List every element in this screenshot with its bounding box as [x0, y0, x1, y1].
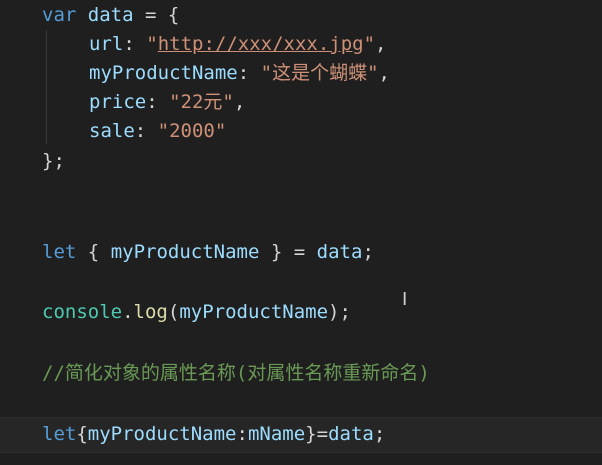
string-quote-open: " [146, 33, 158, 55]
code-line-2[interactable]: url: "http://xxx/xxx.jpg", [89, 31, 387, 57]
close-brace: } [305, 423, 317, 445]
string-value: "这是个蝴蝶" [260, 62, 379, 84]
keyword-let: let [42, 423, 77, 445]
variable-data: data [316, 241, 363, 263]
comma: , [233, 91, 246, 113]
property-price: price [89, 91, 147, 113]
keyword-let: let [42, 241, 77, 263]
operator-assign: = [145, 4, 157, 26]
string-value: "22元" [169, 91, 234, 113]
variable-data: data [87, 4, 134, 26]
string-quote-close: " [363, 33, 376, 55]
property-myProductName: myProductName [89, 62, 238, 84]
colon: : [123, 33, 135, 55]
code-line-4[interactable]: price: "22元", [89, 89, 245, 115]
code-comment: //简化对象的属性名称(对属性名称重新命名) [42, 362, 430, 384]
operator-assign: = [316, 423, 329, 445]
semicolon: ; [339, 301, 351, 323]
open-brace: { [76, 423, 88, 445]
mouse-text-cursor-icon: I [402, 289, 408, 310]
variable-mName: mName [247, 423, 306, 445]
code-line-9[interactable]: //简化对象的属性名称(对属性名称重新命名) [42, 360, 430, 386]
variable-myProductName: myProductName [110, 241, 260, 263]
colon: : [236, 423, 248, 445]
paren-open: ( [167, 301, 180, 323]
code-line-3[interactable]: myProductName: "这是个蝴蝶", [89, 60, 390, 86]
code-line-5[interactable]: sale: "2000" [89, 118, 226, 144]
code-line-10[interactable]: let{myProductName:mName}=data; [42, 421, 385, 447]
colon: : [146, 91, 158, 113]
method-log: log [133, 301, 168, 323]
property-url: url [89, 33, 124, 55]
operator-assign: = [293, 241, 306, 263]
dot: . [122, 301, 134, 323]
variable-data: data [328, 423, 374, 445]
code-line-1[interactable]: var data = { [42, 2, 179, 28]
code-line-8[interactable]: console.log(myProductName); [42, 299, 351, 325]
keyword-var: var [42, 4, 77, 26]
code-editor[interactable]: var data = { url: "http://xxx/xxx.jpg", … [0, 0, 602, 465]
semicolon: ; [373, 423, 386, 445]
indent-guide [46, 30, 47, 144]
string-value: "2000" [157, 120, 227, 142]
url-link[interactable]: http://xxx/xxx.jpg [158, 33, 364, 55]
code-line-6[interactable]: }; [42, 148, 65, 174]
paren-close: ) [328, 301, 340, 323]
argument-myProductName: myProductName [179, 301, 329, 323]
colon: : [134, 120, 147, 142]
property-sale: sale [89, 120, 135, 142]
semicolon: ; [362, 241, 374, 263]
close-brace: }; [42, 150, 65, 172]
close-brace: } [270, 241, 283, 263]
variable-myProductName: myProductName [87, 423, 237, 445]
object-console: console [42, 301, 123, 323]
comma: , [375, 33, 387, 55]
comma: , [378, 62, 390, 84]
code-line-7[interactable]: let { myProductName } = data; [42, 239, 374, 265]
open-brace: { [87, 241, 100, 263]
open-brace: { [167, 4, 180, 26]
colon: : [237, 62, 250, 84]
